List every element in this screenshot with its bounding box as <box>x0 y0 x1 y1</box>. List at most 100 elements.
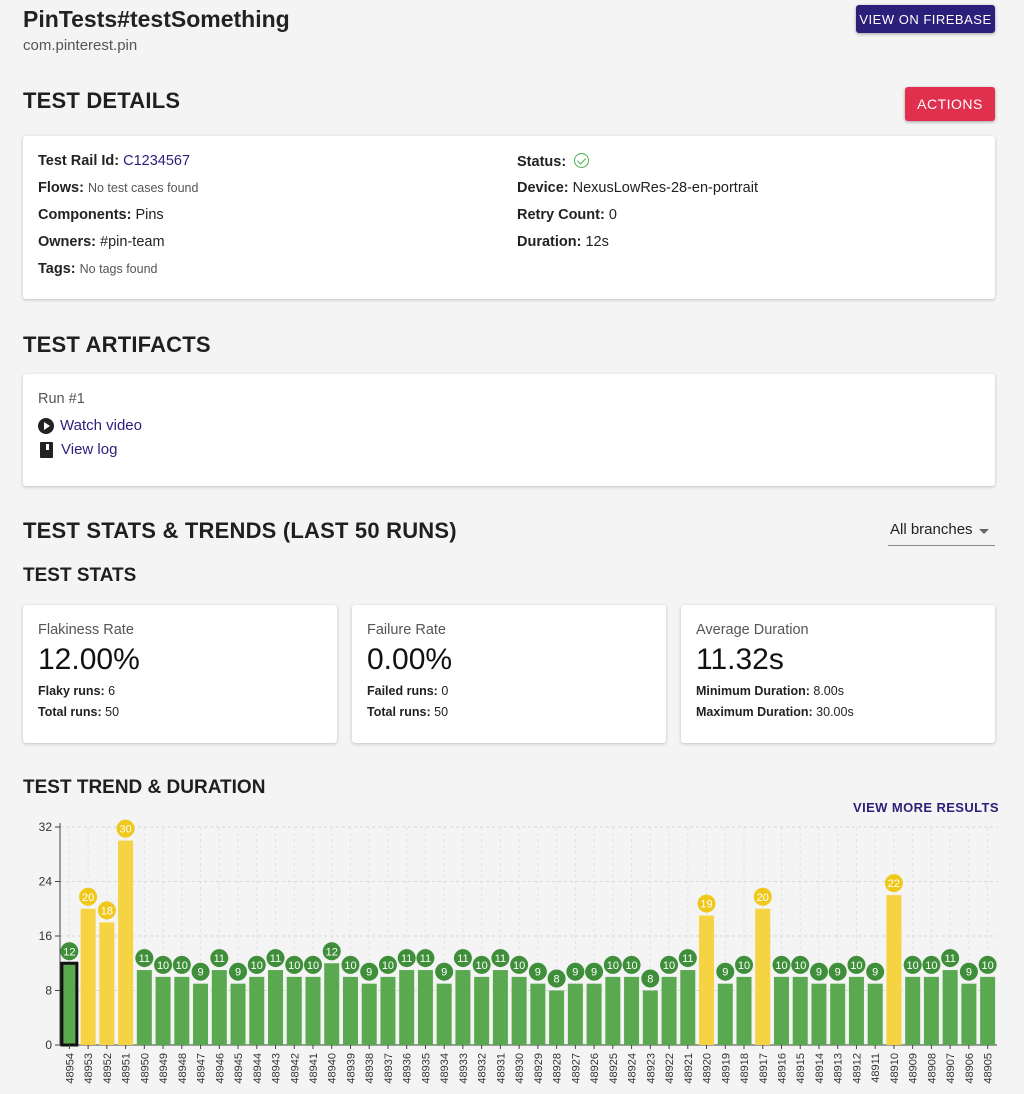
bar[interactable] <box>923 976 939 1045</box>
x-tick-label: 48950 <box>139 1053 151 1084</box>
bar[interactable] <box>118 840 134 1045</box>
data-label: 20 <box>757 892 769 904</box>
bar[interactable] <box>717 983 733 1045</box>
data-label: 10 <box>794 960 806 972</box>
bar[interactable] <box>155 976 171 1045</box>
book-icon <box>40 441 53 458</box>
view-log-link[interactable]: View log <box>38 441 117 458</box>
bar[interactable] <box>661 976 677 1045</box>
bar[interactable] <box>811 983 827 1045</box>
x-tick-label: 48912 <box>851 1053 863 1084</box>
bar[interactable] <box>680 970 696 1045</box>
bar[interactable] <box>174 976 190 1045</box>
x-tick-label: 48953 <box>83 1053 95 1084</box>
bar[interactable] <box>773 976 789 1045</box>
bar[interactable] <box>230 983 246 1045</box>
data-label: 9 <box>835 967 841 979</box>
y-tick-label: 8 <box>45 984 52 998</box>
bar[interactable] <box>605 976 621 1045</box>
data-label: 11 <box>401 953 412 965</box>
components-row: Components: Pins <box>38 207 164 223</box>
watch-video-label: Watch video <box>60 417 142 434</box>
bar[interactable] <box>530 983 546 1045</box>
bar[interactable] <box>286 976 302 1045</box>
stat-line-value: 8.00s <box>813 684 844 698</box>
bar[interactable] <box>80 908 96 1045</box>
bar[interactable] <box>624 976 640 1045</box>
bar[interactable] <box>549 990 565 1046</box>
bar[interactable] <box>99 922 115 1045</box>
bar[interactable] <box>436 983 452 1045</box>
bar[interactable] <box>567 983 583 1045</box>
bar[interactable] <box>380 976 396 1045</box>
bar[interactable] <box>736 976 752 1045</box>
owners-value: #pin-team <box>100 234 165 250</box>
x-tick-label: 48954 <box>64 1053 76 1084</box>
bar[interactable] <box>586 983 602 1045</box>
bar[interactable] <box>792 976 808 1045</box>
data-label: 11 <box>214 953 225 965</box>
y-tick-label: 16 <box>39 929 53 943</box>
bar[interactable] <box>830 983 846 1045</box>
actions-button[interactable]: ACTIONS <box>905 87 995 121</box>
bar[interactable] <box>455 970 471 1045</box>
x-tick-label: 48922 <box>664 1053 676 1084</box>
y-tick-label: 0 <box>45 1038 52 1052</box>
data-label: 9 <box>235 967 241 979</box>
bar[interactable] <box>886 895 902 1045</box>
bar[interactable] <box>961 983 977 1045</box>
bar[interactable] <box>755 908 771 1045</box>
bar[interactable] <box>642 990 658 1046</box>
caret-down-icon <box>979 529 989 534</box>
bar[interactable] <box>211 970 227 1045</box>
bar[interactable] <box>511 976 527 1045</box>
bar[interactable] <box>399 970 415 1045</box>
x-tick-label: 48920 <box>702 1053 714 1084</box>
x-tick-label: 48925 <box>608 1053 620 1084</box>
data-label: 10 <box>850 960 862 972</box>
bar[interactable] <box>417 970 433 1045</box>
branch-select[interactable]: All branches <box>888 518 995 546</box>
data-label: 10 <box>738 960 750 972</box>
data-label: 10 <box>307 960 319 972</box>
view-on-firebase-button[interactable]: VIEW ON FIREBASE <box>856 5 995 33</box>
x-tick-label: 48924 <box>627 1053 639 1084</box>
device-label: Device: <box>517 180 569 196</box>
bar[interactable] <box>942 970 958 1045</box>
test-rail-row: Test Rail Id: C1234567 <box>38 153 190 169</box>
retry-value: 0 <box>608 207 617 223</box>
retry-row: Retry Count: 0 <box>517 207 617 223</box>
data-label: 9 <box>197 967 203 979</box>
stat-line: Total runs: 50 <box>38 705 119 719</box>
test-artifacts-card: Run #1 Watch video View log <box>23 374 995 486</box>
x-tick-label: 48923 <box>645 1053 657 1084</box>
stat-line-label: Maximum Duration: <box>696 705 813 719</box>
bar[interactable] <box>193 983 209 1045</box>
data-label: 9 <box>366 967 372 979</box>
data-label: 11 <box>682 953 693 965</box>
x-tick-label: 48935 <box>420 1053 432 1084</box>
test-rail-link[interactable]: C1234567 <box>123 153 190 169</box>
bar[interactable] <box>492 970 508 1045</box>
retry-label: Retry Count: <box>517 207 605 223</box>
bar[interactable] <box>361 983 377 1045</box>
data-label: 11 <box>495 953 506 965</box>
failure-rate-card: Failure Rate 0.00% Failed runs: 0 Total … <box>352 605 666 743</box>
bar[interactable] <box>980 976 996 1045</box>
bar[interactable] <box>474 976 490 1045</box>
bar[interactable] <box>848 976 864 1045</box>
bar[interactable] <box>305 976 321 1045</box>
bar[interactable] <box>905 976 921 1045</box>
components-value: Pins <box>135 207 164 223</box>
bar[interactable] <box>268 970 284 1045</box>
bar[interactable] <box>249 976 265 1045</box>
x-tick-label: 48905 <box>983 1053 995 1084</box>
bar[interactable] <box>136 970 152 1045</box>
bar[interactable] <box>699 915 715 1045</box>
bar[interactable] <box>60 961 79 1047</box>
x-tick-label: 48932 <box>477 1053 489 1084</box>
bar[interactable] <box>867 983 883 1045</box>
bar[interactable] <box>324 963 340 1045</box>
bar[interactable] <box>342 976 358 1045</box>
watch-video-link[interactable]: Watch video <box>38 417 142 434</box>
